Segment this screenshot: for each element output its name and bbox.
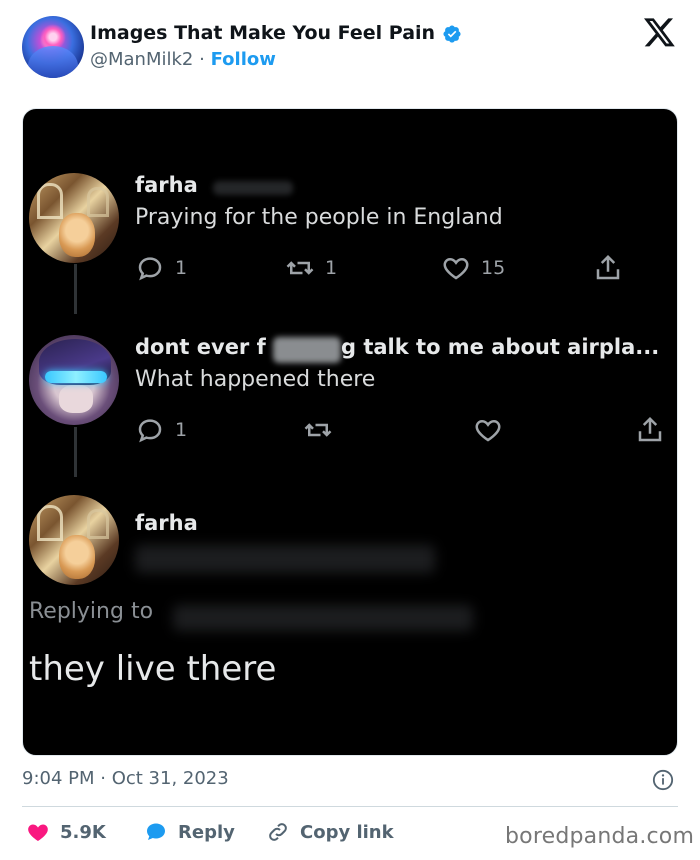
handle-row: @ManMilk2 · Follow: [90, 49, 276, 70]
post-text: What happened there: [135, 367, 376, 392]
like-action: [473, 415, 503, 445]
post-author-name: farha: [135, 511, 198, 535]
like-action: 15: [441, 253, 505, 283]
heart-filled-icon: [28, 824, 48, 841]
post-author-name-start: dont ever f: [135, 335, 266, 359]
reply-count: 1: [175, 419, 188, 441]
share-action: [635, 415, 665, 445]
like-count: 5.9K: [60, 821, 106, 843]
redacted-mention: [173, 605, 473, 631]
post-timestamp[interactable]: 9:04 PM · Oct 31, 2023: [22, 768, 229, 789]
author-handle[interactable]: @ManMilk2: [90, 49, 193, 70]
thread-line: [74, 264, 77, 314]
reply-icon: [138, 419, 162, 443]
reply-icon: [138, 257, 162, 281]
share-icon: [596, 254, 620, 280]
verified-badge-icon: [443, 25, 461, 43]
retweet-icon: [286, 261, 314, 275]
reply-action: 1: [135, 253, 187, 283]
post-text: Praying for the people in England: [135, 205, 503, 230]
link-icon: [269, 823, 287, 841]
author-name[interactable]: Images That Make You Feel Pain: [90, 22, 435, 44]
divider: [22, 806, 678, 807]
share-action: [593, 253, 623, 283]
avatar-farha: [29, 495, 119, 585]
copy-link-button[interactable]: Copy link: [266, 820, 394, 844]
post-text: they live there: [29, 649, 277, 689]
like-button[interactable]: 5.9K: [26, 820, 106, 844]
redacted-handle: [213, 181, 293, 195]
post-author-name-end: g talk to me about airpla...: [341, 335, 660, 359]
avatar-farha: [29, 173, 119, 263]
reply-label: Reply: [178, 821, 235, 843]
heart-icon: [475, 419, 501, 442]
info-icon[interactable]: [652, 769, 674, 791]
share-icon: [638, 416, 662, 442]
retweet-action: [303, 415, 333, 445]
separator: ·: [199, 49, 205, 70]
reply-count: 1: [175, 257, 188, 279]
retweet-icon: [304, 423, 332, 437]
x-logo-icon[interactable]: [644, 18, 676, 48]
reply-button[interactable]: Reply: [144, 820, 235, 844]
redacted-area: [135, 545, 435, 573]
like-count: 15: [481, 257, 506, 279]
watermark: boredpanda.com: [505, 824, 695, 849]
reply-bubble-icon: [147, 823, 165, 840]
copy-link-label: Copy link: [300, 821, 394, 843]
retweet-count: 1: [325, 257, 338, 279]
avatar-anime: [29, 335, 119, 425]
follow-button[interactable]: Follow: [211, 49, 276, 70]
retweet-action: 1: [285, 253, 337, 283]
heart-icon: [443, 257, 469, 280]
censor-block: [273, 337, 341, 363]
replying-to-label: Replying to: [29, 599, 154, 624]
author-avatar[interactable]: [22, 16, 84, 78]
thread-line: [74, 427, 77, 477]
reply-action: 1: [135, 415, 187, 445]
post-author-name: farha: [135, 173, 198, 197]
embedded-image[interactable]: farha Praying for the people in England …: [22, 108, 678, 756]
